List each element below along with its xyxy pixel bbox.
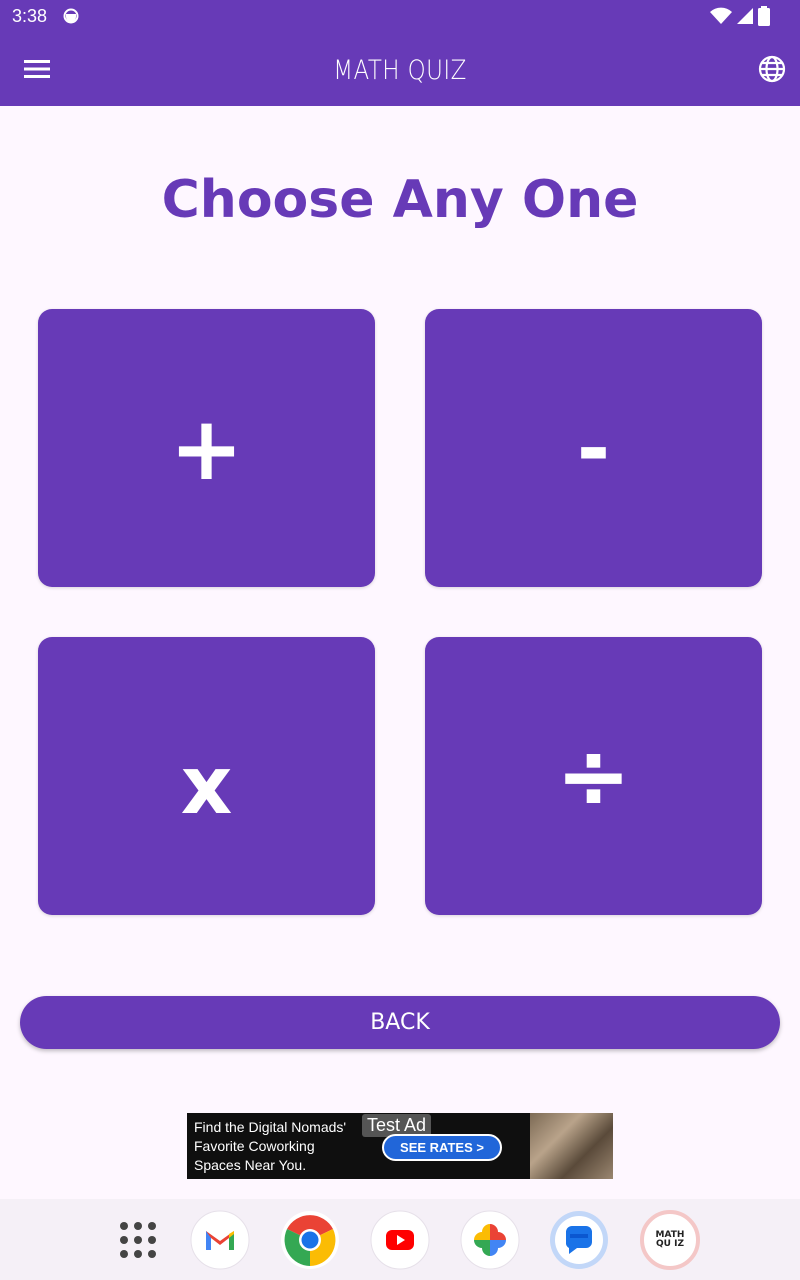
messages-icon[interactable] [549, 1210, 609, 1270]
addition-symbol: + [169, 396, 244, 500]
division-symbol: ÷ [555, 723, 632, 829]
app-bar: MATH QUIZ [0, 33, 800, 106]
ad-image [530, 1113, 613, 1179]
page-heading: Choose Any One [161, 170, 639, 230]
subtraction-button[interactable]: - [425, 309, 762, 587]
ad-cta-button[interactable]: SEE RATES > [382, 1134, 502, 1161]
ad-text: Find the Digital Nomads' Favorite Cowork… [194, 1119, 347, 1173]
math-quiz-app-label: MATH QU IZ [655, 1230, 685, 1249]
battery-icon [758, 6, 770, 26]
menu-icon[interactable] [24, 58, 50, 80]
youtube-icon[interactable] [370, 1210, 430, 1270]
apps-grid-icon[interactable] [108, 1210, 168, 1270]
division-button[interactable]: ÷ [425, 637, 762, 915]
math-quiz-app-icon[interactable]: MATH QU IZ [640, 1210, 700, 1270]
subtraction-symbol: - [576, 401, 611, 495]
app-dock: MATH QU IZ [0, 1199, 800, 1280]
app-title: MATH QUIZ [333, 55, 467, 86]
back-button[interactable]: BACK [20, 996, 780, 1049]
chrome-icon[interactable] [280, 1210, 340, 1270]
multiplication-button[interactable]: x [38, 637, 375, 915]
status-icons [710, 6, 770, 26]
gmail-icon[interactable] [190, 1210, 250, 1270]
wifi-icon [710, 7, 732, 24]
status-bar: 3:38 [0, 0, 800, 33]
multiplication-symbol: x [180, 738, 233, 832]
notification-icon [63, 8, 79, 24]
signal-icon [737, 8, 753, 24]
photos-icon[interactable] [460, 1210, 520, 1270]
globe-icon[interactable] [758, 55, 786, 83]
addition-button[interactable]: + [38, 309, 375, 587]
status-time: 3:38 [12, 6, 48, 26]
ad-banner[interactable]: Find the Digital Nomads' Favorite Cowork… [187, 1113, 613, 1179]
